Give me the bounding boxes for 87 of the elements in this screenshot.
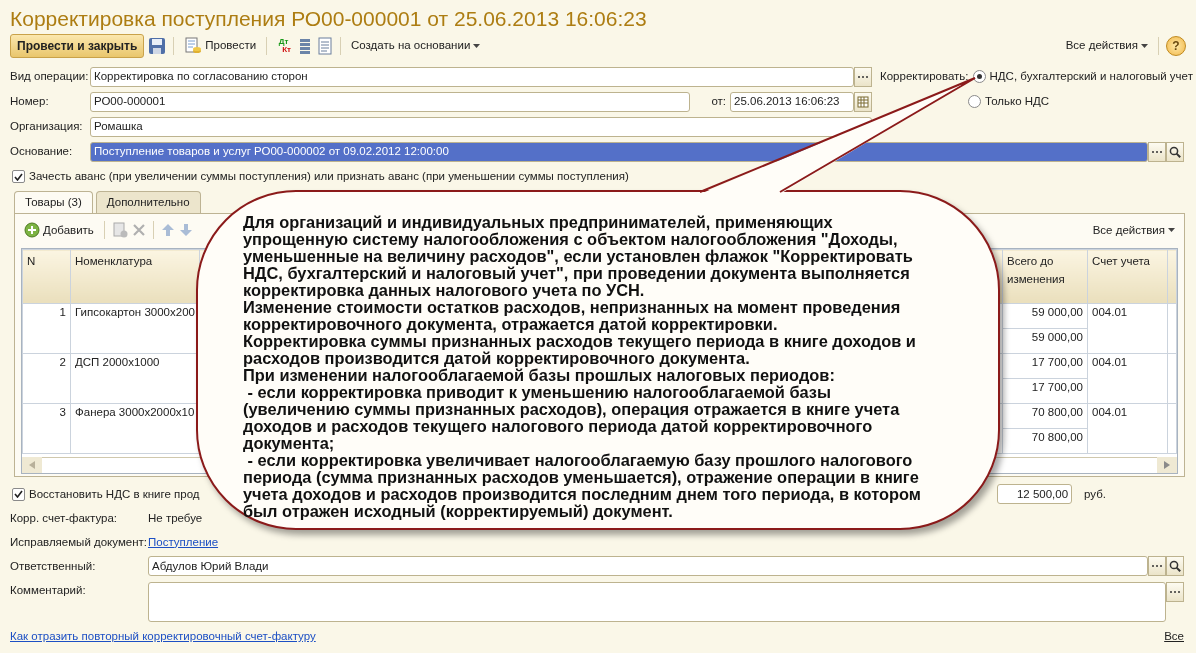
basis-field[interactable]: Поступление товаров и услуг РО00-000002 от 09.02.2012 12:00:00: [90, 141, 1148, 162]
right-arrow-icon: [1163, 461, 1171, 470]
ellipsis-icon: [1169, 590, 1181, 595]
field-label: от:: [711, 93, 726, 109]
search-button[interactable]: [1166, 556, 1184, 577]
scroll-right-button[interactable]: [1157, 457, 1177, 474]
table-cell: 3: [22, 403, 71, 454]
field-label: Корректировать:: [880, 68, 969, 84]
help-link[interactable]: Как отразить повторный корректировочный счет-фактуру: [10, 628, 316, 646]
table-cell: 2: [22, 353, 71, 404]
add-button[interactable]: Добавить: [21, 220, 97, 240]
radio-label: НДС, бухгалтерский и налоговый учет: [989, 68, 1193, 84]
column-header: Всего до изменения: [1002, 249, 1088, 304]
field-label: Номер:: [10, 93, 50, 109]
search-icon: [1169, 145, 1181, 158]
number-field[interactable]: РО00-000001: [90, 91, 690, 112]
field-label: Комментарий:: [10, 583, 87, 599]
table-cell: 004.01: [1087, 403, 1168, 454]
window-title: Корректировка поступления РО00-000001 от 25.06.2013 16:06:23: [9, 6, 648, 30]
organization-field[interactable]: Ромашка: [90, 116, 872, 137]
tab[interactable]: Товары (3): [14, 191, 93, 214]
radio-button[interactable]: [968, 95, 981, 108]
stacked-list-icon[interactable]: [297, 37, 313, 55]
post-and-close-button[interactable]: Провести и закрыть: [10, 34, 145, 58]
caret-icon: [473, 44, 481, 48]
choose-button[interactable]: [1148, 556, 1166, 577]
checkbox-label: Зачесть аванс (при увеличении суммы поступления) или признать аванс (при уменьшении суммы поступления): [29, 168, 629, 184]
field-label: Ответственный:: [10, 558, 97, 574]
checkmark-icon: [14, 490, 23, 499]
caret-icon: [1141, 44, 1148, 48]
ellipsis-icon: [1151, 149, 1163, 154]
checkbox[interactable]: [12, 170, 25, 183]
field-label: Организация:: [10, 118, 84, 134]
down-arrow-icon[interactable]: [178, 223, 193, 238]
column-header: Счет учета: [1087, 249, 1168, 304]
table-cell: 70 800,00: [1002, 403, 1088, 429]
comment-field[interactable]: [148, 582, 1166, 623]
table-cell: 004.01: [1087, 353, 1168, 404]
radio-button[interactable]: [972, 70, 986, 83]
debit-credit-button[interactable]: Дт Кт: [274, 38, 293, 54]
document-link[interactable]: Поступление: [148, 533, 219, 551]
all-actions-button[interactable]: Все действия: [1062, 36, 1151, 56]
search-button[interactable]: [1166, 141, 1184, 162]
delete-icon[interactable]: [131, 223, 146, 238]
ellipsis-icon: [857, 74, 869, 79]
currency-label: руб.: [1084, 486, 1106, 502]
create-based-on-button[interactable]: Создать на основании: [348, 36, 484, 56]
field-label: Вид операции:: [10, 68, 90, 84]
all-link[interactable]: Все: [1164, 628, 1184, 646]
ellipsis-icon: [1151, 564, 1163, 569]
tab[interactable]: Дополнительно: [95, 191, 201, 214]
choose-button[interactable]: [854, 66, 872, 87]
callout-text: Для организаций и индивидуальных предпринимателей, применяющих упрощенную систему налогообложения с объектом налогообложения "Доходы, уменьшенные на величину расходов", если установлен флажок "Корректировать НДС, бухгалтерский и налоговый учет", при проведении документа выполняется корректировка данных налогового учета по УСН. Изменение стоимости остатков расходов, непризнанных на момент проведения корректировочного документа, отражается датой корректировки. Корректировка суммы признанных расходов текущего периода в книге доходов и расходов производится датой корректировочного документа. При изменении налогооблагаемой базы прошлых налоговых периодов: - если корректировка приводит к уменьшению налогооблагаемой базы (увеличению суммы признанных расходов), операция отражается в книге учета доходов и расходов текущего налогового периода датой корректировочного документа; - если корректировка увеличивает налогооблагаемую базу прошлого налогового периода (сумма признанных расходов уменьшается), отражение операции в книге учета доходов и расходов производится последним днем того периода, в котором был отражен исходный (корректируемый) документ.: [243, 214, 922, 520]
radio-label: Только НДС: [985, 93, 1050, 109]
help-button[interactable]: ?: [1166, 36, 1186, 56]
table-cell: 59 000,00: [1002, 303, 1088, 329]
table-cell: 17 700,00: [1002, 353, 1088, 379]
operation-type-field[interactable]: Корректировка по согласованию сторон: [90, 66, 854, 87]
choose-button[interactable]: [1166, 582, 1184, 603]
amount-field[interactable]: 12 500,00: [997, 484, 1073, 505]
post-button[interactable]: Провести: [181, 36, 260, 56]
checkbox-label: Восстановить НДС в книге прод: [29, 486, 200, 502]
table-cell: 004.01: [1087, 303, 1168, 354]
caret-icon: [1168, 228, 1175, 233]
column-header: Номенклатура: [70, 249, 200, 304]
responsible-field[interactable]: Абдулов Юрий Влади: [148, 556, 1148, 577]
calendar-button[interactable]: [854, 91, 872, 112]
field-value: Не требуе: [148, 510, 203, 526]
plus-circle-icon: [24, 222, 40, 239]
calendar-icon: [857, 95, 869, 108]
left-arrow-icon: [28, 461, 36, 470]
field-label: Исправляемый документ:: [10, 534, 148, 550]
checkmark-icon: [14, 172, 23, 181]
column-header: N: [22, 249, 71, 304]
field-label: Основание:: [10, 143, 74, 159]
field-value: Корректировка по согласованию сторон: [94, 68, 308, 84]
choose-button[interactable]: [1148, 141, 1166, 162]
document-icon[interactable]: [317, 37, 333, 55]
field-label: Корр. счет-фактура:: [10, 510, 119, 526]
document-coins-icon: [184, 37, 203, 55]
date-field[interactable]: 25.06.2013 16:06:23: [730, 91, 854, 112]
table-cell: 1: [22, 303, 71, 354]
checkbox[interactable]: [12, 487, 25, 501]
all-actions-button[interactable]: Все действия: [1089, 220, 1178, 240]
search-icon: [1169, 560, 1181, 573]
up-arrow-icon[interactable]: [160, 223, 175, 238]
copy-icon[interactable]: [111, 222, 128, 239]
